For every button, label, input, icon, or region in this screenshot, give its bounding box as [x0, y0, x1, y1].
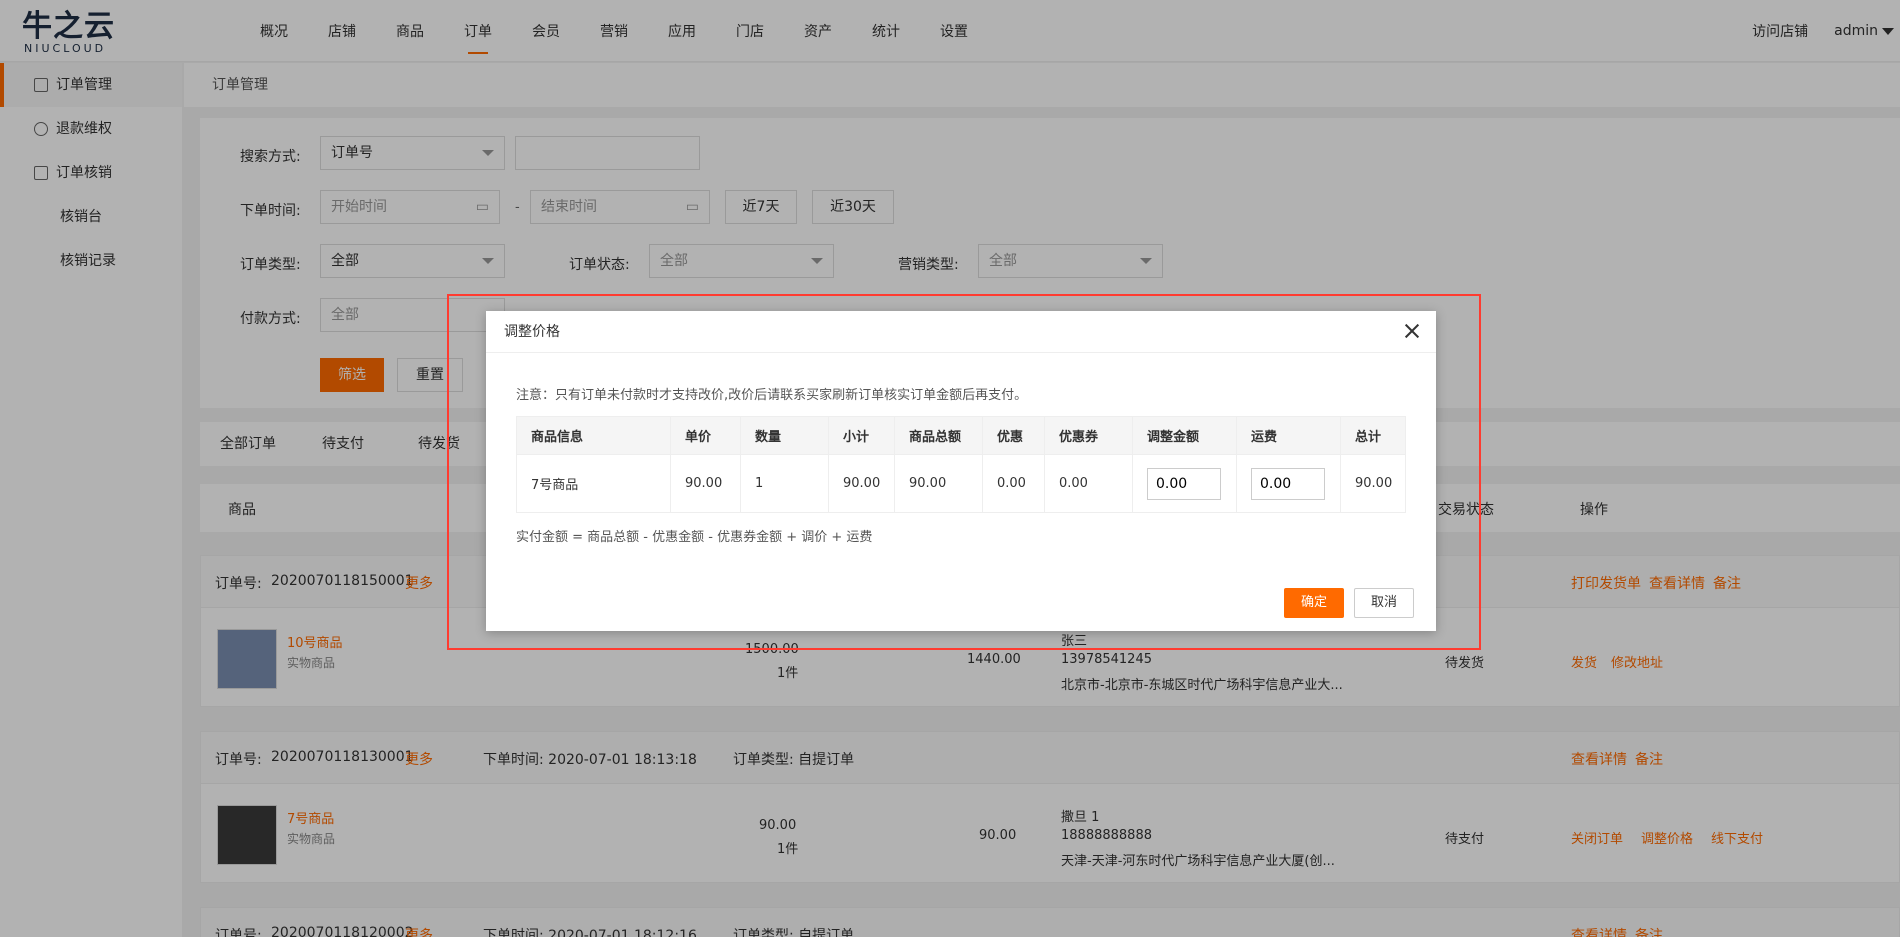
- cell-subtotal: 90.00: [828, 454, 895, 513]
- th-goods-info: 商品信息: [516, 416, 671, 455]
- cancel-button[interactable]: 取消: [1354, 588, 1414, 618]
- confirm-button[interactable]: 确定: [1284, 588, 1344, 618]
- shipping-fee-input[interactable]: [1251, 467, 1325, 500]
- cell-unit-price: 90.00: [670, 454, 741, 513]
- dialog-title: 调整价格: [486, 311, 1436, 353]
- cell-adjust: [1132, 454, 1237, 513]
- cell-quantity: 1: [740, 454, 829, 513]
- th-quantity: 数量: [740, 416, 829, 455]
- close-icon[interactable]: [1402, 321, 1422, 341]
- cell-discount: 0.00: [982, 454, 1045, 513]
- th-adjust-amount: 调整金额: [1132, 416, 1237, 455]
- cell-goods-total: 90.00: [894, 454, 983, 513]
- th-shipping: 运费: [1236, 416, 1341, 455]
- th-total: 总计: [1340, 416, 1406, 455]
- th-unit-price: 单价: [670, 416, 741, 455]
- adjust-amount-input[interactable]: [1147, 467, 1221, 500]
- cell-shipping: [1236, 454, 1341, 513]
- th-discount: 优惠: [982, 416, 1045, 455]
- cell-goods-name: 7号商品: [516, 454, 671, 513]
- table-row: 7号商品 90.00 1 90.00 90.00 0.00 0.00 90.00: [516, 454, 1406, 513]
- cell-coupon: 0.00: [1044, 454, 1133, 513]
- payment-formula: 实付金额 = 商品总额 - 优惠金额 - 优惠券金额 + 调价 + 运费: [516, 530, 873, 545]
- th-coupon: 优惠券: [1044, 416, 1133, 455]
- th-subtotal: 小计: [828, 416, 895, 455]
- cell-total: 90.00: [1340, 454, 1406, 513]
- price-table-header-row: 商品信息 单价 数量 小计 商品总额 优惠 优惠券 调整金额 运费 总计: [516, 416, 1406, 455]
- adjust-price-dialog: 调整价格 注意：只有订单未付款时才支持改价,改价后请联系买家刷新订单核实订单金额…: [486, 311, 1436, 631]
- price-table: 商品信息 单价 数量 小计 商品总额 优惠 优惠券 调整金额 运费 总计 7号商…: [516, 416, 1406, 513]
- th-goods-total: 商品总额: [894, 416, 983, 455]
- dialog-notice: 注意：只有订单未付款时才支持改价,改价后请联系买家刷新订单核实订单金额后再支付。: [516, 388, 1028, 403]
